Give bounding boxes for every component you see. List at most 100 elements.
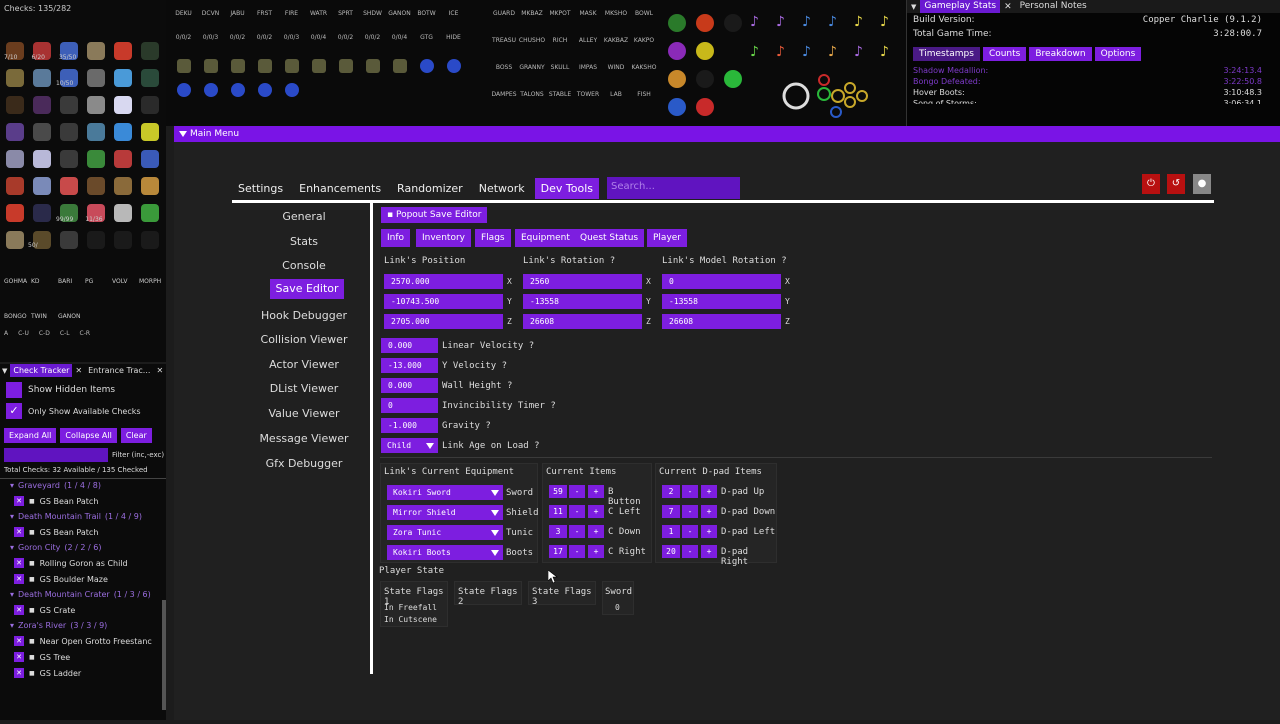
tab-flags[interactable]: Flags [475, 229, 511, 247]
nav-network[interactable]: Network [473, 178, 531, 199]
dpad-right-plus[interactable]: + [701, 545, 717, 558]
collapse-icon[interactable]: ▼ [911, 3, 916, 11]
model-rotation-z-field[interactable]: 26608 [662, 314, 781, 329]
position-y-field[interactable]: -10743.500 [384, 294, 503, 309]
tab-options[interactable]: Options [1094, 47, 1142, 61]
boots-select[interactable]: Kokiri Boots [387, 545, 503, 560]
close-icon[interactable]: ✕ [156, 366, 163, 375]
collapse-icon[interactable]: ▼ [2, 367, 7, 375]
list-item[interactable]: ✕ ■ GS Bean Patch [14, 496, 166, 506]
dpad-up-value[interactable]: 2 [662, 485, 680, 498]
area-header[interactable]: ▾ Zora's River (3 / 3 / 9) [10, 621, 166, 630]
model-rotation-x-field[interactable]: 0 [662, 274, 781, 289]
list-item[interactable]: ✕ ■ GS Bean Patch [14, 527, 166, 537]
tab-breakdown[interactable]: Breakdown [1029, 47, 1092, 61]
dpad-left-minus[interactable]: - [682, 525, 698, 538]
nav-randomizer[interactable]: Randomizer [391, 178, 469, 199]
show-hidden-checkbox[interactable] [6, 382, 22, 398]
nav-settings[interactable]: Settings [232, 178, 289, 199]
area-header[interactable]: ▾ Death Mountain Crater (1 / 3 / 6) [10, 590, 166, 599]
c-left-minus[interactable]: - [569, 505, 585, 518]
tab-info[interactable]: Info [381, 229, 411, 247]
help-icon[interactable]: ? [550, 401, 555, 411]
c-down-minus[interactable]: - [569, 525, 585, 538]
c-right-minus[interactable]: - [569, 545, 585, 558]
scrollbar[interactable] [162, 600, 166, 710]
search-input[interactable]: Search... [607, 177, 740, 199]
nav-enhancements[interactable]: Enhancements [293, 178, 387, 199]
dpad-up-plus[interactable]: + [701, 485, 717, 498]
list-item[interactable]: ✕ ■ Rolling Goron as Child [14, 558, 166, 568]
dpad-down-plus[interactable]: + [701, 505, 717, 518]
tab-quest-status[interactable]: Quest Status [574, 229, 645, 247]
dpad-right-value[interactable]: 20 [662, 545, 680, 558]
c-down-value[interactable]: 3 [549, 525, 567, 538]
sword-select[interactable]: Kokiri Sword [387, 485, 503, 500]
c-left-value[interactable]: 11 [549, 505, 567, 518]
list-item[interactable]: ✕ ■ GS Ladder [14, 668, 166, 678]
linear-velocity-field[interactable]: 0.000 [381, 338, 438, 353]
nav-dev-tools[interactable]: Dev Tools [534, 177, 599, 199]
wall-height-field[interactable]: 0.000 [381, 378, 438, 393]
tab-check-tracker[interactable]: Check Tracker [10, 364, 73, 377]
popout-save-editor-button[interactable]: ▪ Popout Save Editor [381, 207, 488, 223]
dpad-down-value[interactable]: 7 [662, 505, 680, 518]
reset-icon[interactable]: ↺ [1167, 174, 1185, 194]
b-button-plus[interactable]: + [588, 485, 604, 498]
help-icon[interactable]: ? [502, 361, 507, 371]
list-item[interactable]: ✕ ■ Near Open Grotto Freestanc [14, 636, 166, 646]
skip-check-icon[interactable]: ✕ [14, 636, 24, 646]
position-z-field[interactable]: 2705.000 [384, 314, 503, 329]
c-right-plus[interactable]: + [588, 545, 604, 558]
tunic-select[interactable]: Zora Tunic [387, 525, 503, 540]
dpad-left-value[interactable]: 1 [662, 525, 680, 538]
tab-personal-notes[interactable]: Personal Notes [1016, 0, 1091, 13]
tab-inventory[interactable]: Inventory [416, 229, 471, 247]
rotation-z-field[interactable]: 26608 [523, 314, 642, 329]
y-velocity-field[interactable]: -13.000 [381, 358, 438, 373]
position-x-field[interactable]: 2570.000 [384, 274, 503, 289]
rotation-y-field[interactable]: -13558 [523, 294, 642, 309]
tab-counts[interactable]: Counts [982, 47, 1027, 61]
skip-check-icon[interactable]: ✕ [14, 652, 24, 662]
only-available-checkbox[interactable]: ✓ [6, 403, 22, 419]
shield-select[interactable]: Mirror Shield [387, 505, 503, 520]
help-icon[interactable]: ? [534, 441, 539, 451]
area-header[interactable]: ▾ Goron City (2 / 2 / 6) [10, 543, 166, 552]
skip-check-icon[interactable]: ✕ [14, 668, 24, 678]
dpad-right-minus[interactable]: - [682, 545, 698, 558]
collapse-all-button[interactable]: Collapse All [60, 428, 117, 443]
dpad-up-minus[interactable]: - [682, 485, 698, 498]
c-down-plus[interactable]: + [588, 525, 604, 538]
tab-equipment[interactable]: Equipment [515, 229, 576, 247]
skip-check-icon[interactable]: ✕ [14, 496, 24, 506]
help-icon[interactable]: ? [610, 256, 615, 266]
help-icon[interactable]: ? [485, 421, 490, 431]
link-age-select[interactable]: Child [381, 438, 438, 453]
help-icon[interactable]: ? [507, 381, 512, 391]
area-header[interactable]: ▾ Graveyard (1 / 4 / 8) [10, 481, 166, 490]
filter-input[interactable] [4, 448, 108, 462]
skip-check-icon[interactable]: ✕ [14, 527, 24, 537]
list-item[interactable]: ✕ ■ GS Crate [14, 605, 166, 615]
side-item-save-editor[interactable]: Save Editor [270, 279, 344, 299]
list-item[interactable]: ✕ ■ GS Boulder Maze [14, 574, 166, 584]
rotation-x-field[interactable]: 2560 [523, 274, 642, 289]
close-icon[interactable]: ✕ [1004, 2, 1012, 12]
list-item[interactable]: ✕ ■ GS Tree [14, 652, 166, 662]
invincibility-timer-field[interactable]: 0 [381, 398, 438, 413]
power-icon[interactable]: ⏻ [1142, 174, 1160, 194]
close-icon[interactable]: ✕ [75, 366, 82, 375]
c-left-plus[interactable]: + [588, 505, 604, 518]
dpad-left-plus[interactable]: + [701, 525, 717, 538]
gear-icon[interactable]: ● [1193, 174, 1211, 194]
clear-button[interactable]: Clear [120, 428, 152, 443]
tab-entrance-tracker[interactable]: Entrance Trac... [85, 364, 153, 377]
b-button-value[interactable]: 59 [549, 485, 567, 498]
expand-all-button[interactable]: Expand All [4, 428, 57, 443]
tab-player[interactable]: Player [647, 229, 688, 247]
help-icon[interactable]: ? [529, 341, 534, 351]
dpad-down-minus[interactable]: - [682, 505, 698, 518]
gravity-field[interactable]: -1.000 [381, 418, 438, 433]
tab-gameplay-stats[interactable]: Gameplay Stats [920, 0, 1001, 13]
